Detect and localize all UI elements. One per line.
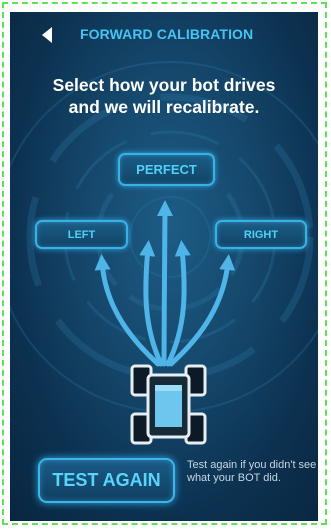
calibration-screen: FORWARD CALIBRATION Select how your bot … xyxy=(10,12,318,521)
test-again-button[interactable]: TEST AGAIN xyxy=(38,458,175,503)
test-again-hint: Test again if you didn't see what your B… xyxy=(187,459,317,484)
robot-top-view-icon xyxy=(130,364,207,445)
